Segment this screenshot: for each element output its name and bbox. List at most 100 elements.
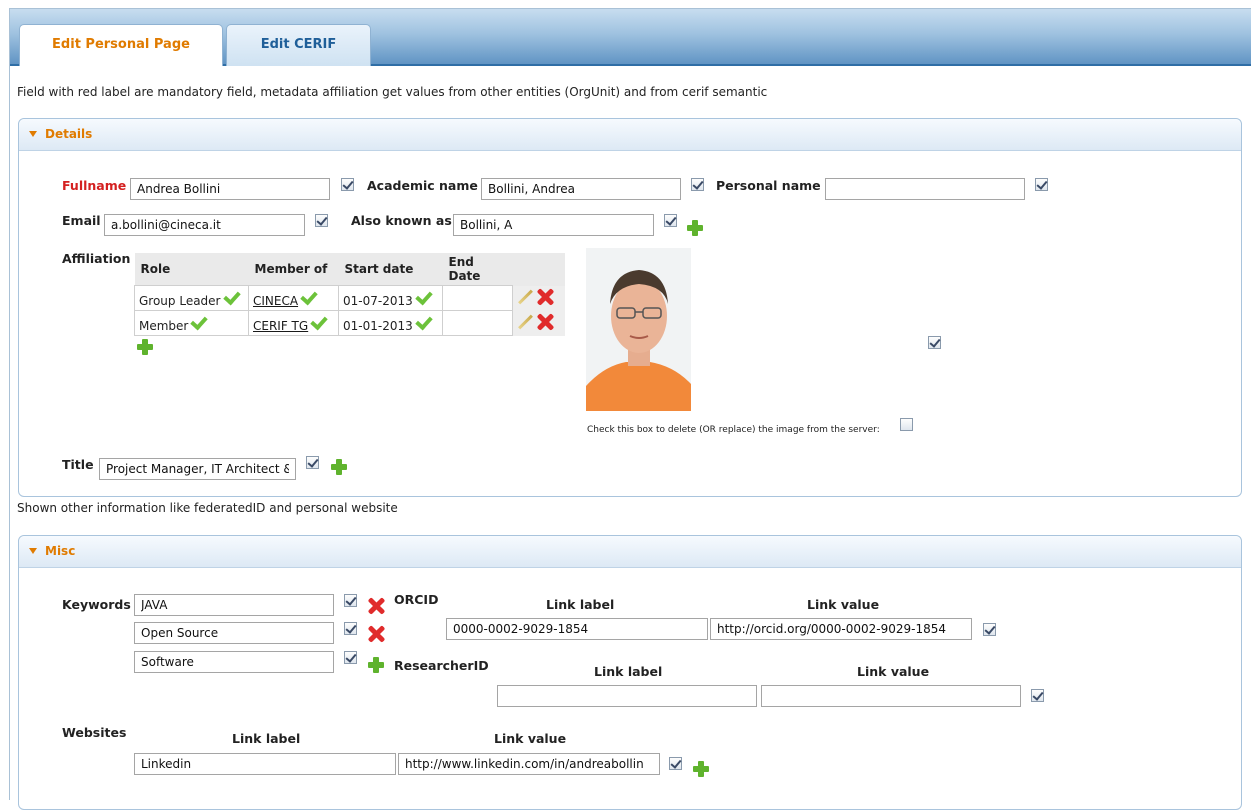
researcherid-link-label-field[interactable] bbox=[497, 685, 757, 707]
websites-label: Websites bbox=[62, 725, 127, 740]
email-visibility-checkbox[interactable] bbox=[315, 214, 328, 227]
role-cell: Member bbox=[134, 310, 249, 336]
academic-name-label: Academic name bbox=[367, 178, 478, 193]
misc-panel-header[interactable]: Misc bbox=[19, 536, 1241, 568]
also-known-as-visibility-checkbox[interactable] bbox=[664, 214, 677, 227]
expand-triangle-icon bbox=[29, 131, 37, 137]
person-photo-icon bbox=[586, 248, 691, 411]
check-icon bbox=[310, 312, 328, 330]
end-date-cell bbox=[442, 285, 513, 311]
keyword-visibility-checkbox[interactable] bbox=[344, 651, 357, 664]
websites-link-value-header: Link value bbox=[494, 731, 567, 746]
add-affiliation-icon[interactable] bbox=[136, 338, 154, 356]
start-date-cell: 01-07-2013 bbox=[338, 285, 443, 311]
check-icon bbox=[190, 312, 209, 330]
researcherid-link-value-field[interactable] bbox=[761, 685, 1021, 707]
check-icon bbox=[415, 287, 433, 305]
website-visibility-checkbox[interactable] bbox=[669, 757, 682, 770]
delete-image-checkbox[interactable] bbox=[900, 418, 913, 431]
also-known-as-field[interactable] bbox=[453, 214, 654, 236]
researcherid-label: ResearcherID bbox=[394, 658, 489, 673]
column-header-member-of: Member of bbox=[248, 253, 339, 286]
keyword-visibility-checkbox[interactable] bbox=[344, 622, 357, 635]
delete-keyword-icon[interactable] bbox=[367, 625, 385, 643]
title-visibility-checkbox[interactable] bbox=[306, 456, 319, 469]
check-icon bbox=[415, 312, 433, 330]
orcid-link-value-field[interactable] bbox=[710, 618, 972, 640]
email-label: Email bbox=[62, 213, 101, 228]
intro-text: Field with red label are mandatory field… bbox=[17, 85, 768, 99]
keyword-field[interactable] bbox=[134, 622, 334, 644]
orcid-link-label-field[interactable] bbox=[446, 618, 708, 640]
expand-triangle-icon bbox=[29, 548, 37, 554]
website-link-value-field[interactable] bbox=[398, 753, 660, 775]
member-of-link[interactable]: CERIF TG bbox=[253, 319, 308, 333]
fullname-label: Fullname bbox=[62, 178, 127, 193]
delete-keyword-icon[interactable] bbox=[367, 597, 385, 615]
edit-pencil-icon[interactable] bbox=[517, 314, 533, 330]
row-actions bbox=[512, 310, 565, 336]
edit-pencil-icon[interactable] bbox=[517, 289, 533, 305]
start-date-cell: 01-01-2013 bbox=[338, 310, 443, 336]
affiliation-header-row: Role Member of Start date End Date bbox=[134, 253, 565, 286]
check-icon bbox=[222, 287, 241, 305]
websites-link-label-header: Link label bbox=[232, 731, 301, 746]
misc-intro-text: Shown other information like federatedID… bbox=[17, 501, 398, 515]
academic-name-field[interactable] bbox=[481, 178, 681, 200]
profile-photo bbox=[586, 248, 691, 411]
personal-name-field[interactable] bbox=[825, 178, 1025, 200]
table-row: Group Leader CINECA 01-07-2013 bbox=[134, 285, 565, 311]
details-panel-header[interactable]: Details bbox=[19, 119, 1241, 151]
researcherid-link-value-header: Link value bbox=[857, 664, 930, 679]
column-header-end-date: End Date bbox=[442, 253, 513, 286]
misc-header-label: Misc bbox=[45, 544, 76, 558]
add-title-icon[interactable] bbox=[330, 458, 348, 476]
title-label: Title bbox=[62, 457, 94, 472]
keywords-label: Keywords bbox=[62, 597, 131, 612]
personal-name-visibility-checkbox[interactable] bbox=[1035, 178, 1048, 191]
check-icon bbox=[300, 287, 318, 305]
table-row: Member CERIF TG 01-01-2013 bbox=[134, 310, 565, 336]
column-header-role: Role bbox=[134, 253, 249, 286]
delete-icon[interactable] bbox=[536, 288, 554, 306]
column-header-start-date: Start date bbox=[338, 253, 443, 286]
fullname-field[interactable] bbox=[130, 178, 330, 200]
orcid-visibility-checkbox[interactable] bbox=[983, 623, 996, 636]
photo-visibility-checkbox[interactable] bbox=[928, 336, 941, 349]
orcid-link-label-header: Link label bbox=[546, 597, 615, 612]
member-of-cell: CINECA bbox=[248, 285, 339, 311]
column-header-actions bbox=[512, 253, 565, 286]
row-actions bbox=[512, 285, 565, 311]
researcherid-visibility-checkbox[interactable] bbox=[1031, 689, 1044, 702]
email-field[interactable] bbox=[104, 214, 305, 236]
keyword-field[interactable] bbox=[134, 594, 334, 616]
details-header-label: Details bbox=[45, 127, 93, 141]
end-date-cell bbox=[442, 310, 513, 336]
delete-icon[interactable] bbox=[536, 313, 554, 331]
role-cell: Group Leader bbox=[134, 285, 249, 311]
add-website-icon[interactable] bbox=[692, 760, 710, 778]
member-of-cell: CERIF TG bbox=[248, 310, 339, 336]
role-value: Group Leader bbox=[139, 293, 221, 308]
member-of-link[interactable]: CINECA bbox=[253, 294, 298, 308]
add-also-known-as-icon[interactable] bbox=[686, 219, 704, 237]
tab-edit-personal-page[interactable]: Edit Personal Page bbox=[19, 24, 223, 66]
personal-name-label: Personal name bbox=[716, 178, 821, 193]
affiliation-label: Affiliation bbox=[62, 251, 131, 266]
title-field[interactable] bbox=[99, 458, 296, 480]
fullname-visibility-checkbox[interactable] bbox=[341, 178, 354, 191]
add-keyword-icon[interactable] bbox=[367, 656, 385, 674]
orcid-link-value-header: Link value bbox=[807, 597, 880, 612]
researcherid-link-label-header: Link label bbox=[594, 664, 663, 679]
affiliation-table: Role Member of Start date End Date Group… bbox=[134, 253, 566, 336]
start-date-value: 01-07-2013 bbox=[343, 293, 413, 308]
start-date-value: 01-01-2013 bbox=[343, 318, 413, 333]
keyword-visibility-checkbox[interactable] bbox=[344, 594, 357, 607]
role-value: Member bbox=[139, 318, 189, 333]
tab-edit-cerif[interactable]: Edit CERIF bbox=[226, 24, 371, 66]
keyword-field[interactable] bbox=[134, 651, 334, 673]
delete-image-text: Check this box to delete (OR replace) th… bbox=[587, 425, 880, 435]
orcid-label: ORCID bbox=[394, 592, 439, 607]
academic-name-visibility-checkbox[interactable] bbox=[691, 178, 704, 191]
website-link-label-field[interactable] bbox=[134, 753, 396, 775]
